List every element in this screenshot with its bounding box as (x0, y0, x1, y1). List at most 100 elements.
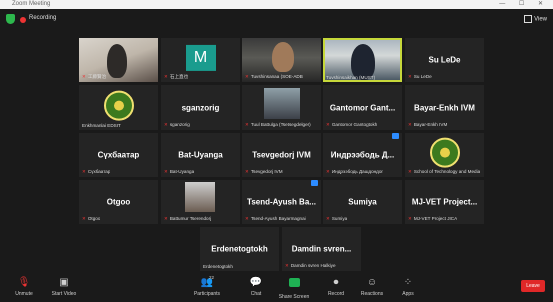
security-shield-icon[interactable] (6, 14, 15, 24)
participant-photo (264, 88, 300, 119)
participant-caption: ✕ School of Technology and Media (408, 169, 481, 174)
school-logo-icon (103, 90, 134, 121)
participant-tile[interactable]: ✕ School of Technology and Media (405, 133, 484, 177)
reactions-label: Reactions (360, 291, 384, 297)
participant-name: Tsend-Ayush Ba... (247, 197, 316, 207)
participant-name: Индрээбодь Д... (330, 150, 395, 160)
participants-button[interactable]: 👥 22 Participants (187, 274, 227, 297)
participant-tile[interactable]: ✕ Battumur Tserendorj (161, 180, 240, 224)
start-video-button[interactable]: ▣ Start Video (44, 274, 84, 297)
participant-video (107, 44, 127, 78)
muted-mic-icon: ✕ (82, 169, 86, 174)
participant-tile[interactable]: Su LeDe ✕ Su LeDe (405, 38, 484, 82)
muted-mic-icon: ✕ (164, 74, 168, 79)
screen-share-badge-icon (311, 180, 318, 186)
participant-tile[interactable]: ✕ Tuul Battulga (Tsetsegdelger) (242, 85, 321, 130)
muted-mic-icon: ✕ (164, 216, 168, 221)
chat-label: Chat (250, 291, 262, 297)
participant-tile[interactable]: Gantomor Gant... ✕ Gantomor Gantogtokh (323, 85, 402, 130)
muted-mic-icon: ✕ (245, 216, 249, 221)
participant-caption: ✕ Otgoo (82, 216, 101, 221)
participant-name: Sumiya (348, 197, 377, 207)
muted-mic-icon: ✕ (408, 74, 412, 79)
muted-mic-icon: ✕ (326, 216, 330, 221)
grid-view-icon (524, 15, 533, 23)
participant-name: Tsevgedorj IVM (252, 150, 311, 160)
participant-tile[interactable]: Sumiya ✕ Sumiya (323, 180, 402, 224)
participants-icon: 👥 (200, 277, 214, 288)
screen-share-badge-icon (392, 133, 399, 139)
muted-microphone-icon: 🎙 (17, 277, 31, 288)
participant-tile[interactable]: Tsevgedorj IVM ✕ Tsevgedorj IVM (242, 133, 321, 177)
participant-caption: ✕ Bat-Uyanga (164, 169, 195, 174)
participant-tile[interactable]: M ✕ 石上直也 (161, 38, 240, 82)
apps-icon: ⁘ (403, 277, 413, 288)
participant-tile-active-speaker[interactable]: Tuvshinsaikhan (MUST) (323, 38, 402, 82)
participant-name: MJ-VET Project... (411, 197, 478, 207)
participant-tile[interactable]: MJ-VET Project... ✕ MJ-VET Project JICA (405, 180, 484, 224)
participant-name: Erdenetogtokh (211, 244, 268, 254)
participant-caption: ✕ Su LeDe (408, 74, 432, 79)
view-button[interactable]: View (524, 15, 547, 23)
participant-tile[interactable]: Bayar-Enkh IVM ✕ Bayar-Enkh IVM (405, 85, 484, 130)
window-title: Zoom Meeting (12, 1, 51, 7)
participant-caption: ✕ 石上直也 (164, 74, 189, 79)
unmute-button[interactable]: 🎙 Unmute (4, 274, 44, 297)
window-controls[interactable]: — ☐ ✕ (499, 0, 549, 9)
record-icon: ⏺ (333, 277, 339, 288)
video-off-icon: ▣ (59, 277, 69, 288)
participant-tile[interactable]: Enkhmanlai EDSIT (79, 85, 158, 130)
participant-tile[interactable]: ✕ 工藤賢治 (79, 38, 158, 82)
participant-caption: ✕ Sumiya (326, 216, 348, 221)
participant-tile[interactable]: Damdin svren... ✕ Damdin svren Halkiye (282, 227, 361, 271)
participant-tile[interactable]: Индрээбодь Д... ✕ Индрээбодь Дашдондог (323, 133, 402, 177)
meeting-topbar: Recording View (0, 9, 553, 31)
muted-mic-icon: ✕ (164, 169, 168, 174)
record-button[interactable]: ⏺ Record (316, 274, 356, 297)
apps-label: Apps (402, 291, 414, 297)
leave-button[interactable]: Leave (521, 280, 545, 292)
participant-tile[interactable]: ✕ Tuvshinsanaa (SOE-ADB (242, 38, 321, 82)
participant-photo (185, 182, 215, 212)
participant-video (272, 42, 294, 72)
participant-name: Bayar-Enkh IVM (414, 103, 475, 112)
record-label: Record (327, 291, 345, 297)
share-screen-button[interactable]: Share Screen (274, 274, 314, 300)
participant-caption: Enkhmanlai EDSIT (82, 123, 121, 128)
meeting-toolbar: 🎙 Unmute ▣ Start Video 👥 22 Participants… (0, 274, 553, 302)
participant-tile[interactable]: Bat-Uyanga ✕ Bat-Uyanga (161, 133, 240, 177)
muted-mic-icon: ✕ (164, 122, 168, 127)
participant-name: Su LeDe (428, 55, 461, 65)
participant-caption: ✕ Индрээбодь Дашдондог (326, 169, 384, 174)
reactions-icon: ☺ (366, 277, 378, 288)
participant-tile[interactable]: Erdenetogtokh Erdenetogtokh (200, 227, 279, 271)
participant-name: Сүхбаатар (97, 150, 140, 160)
participant-caption: ✕ MJ-VET Project JICA (408, 216, 458, 221)
participant-name: Bat-Uyanga (178, 150, 223, 160)
start-video-label: Start Video (51, 291, 77, 297)
participant-caption: ✕ Battumur Tserendorj (164, 216, 212, 221)
muted-mic-icon: ✕ (82, 74, 86, 79)
participant-tile[interactable]: sganzorig ✕ sganzorig (161, 85, 240, 130)
reactions-button[interactable]: ☺ Reactions (352, 274, 392, 297)
participant-tile[interactable]: Otgoo ✕ Otgoo (79, 180, 158, 224)
recording-label: Recording (29, 15, 57, 21)
muted-mic-icon: ✕ (245, 122, 249, 127)
muted-mic-icon: ✕ (408, 122, 412, 127)
muted-mic-icon: ✕ (245, 169, 249, 174)
participant-tile[interactable]: Сүхбаатар ✕ Сүхбаатар (79, 133, 158, 177)
participant-caption: ✕ Damdin svren Halkiye (285, 263, 336, 268)
participant-caption: ✕ Tsevgedorj IVM (245, 169, 283, 174)
muted-mic-icon: ✕ (326, 122, 330, 127)
unmute-label: Unmute (15, 291, 33, 297)
participant-name: Damdin svren... (291, 244, 352, 254)
participant-caption: ✕ Tsend-Ayush Bayarmagnai (245, 216, 306, 221)
muted-mic-icon: ✕ (408, 216, 412, 221)
participant-caption: ✕ Bayar-Enkh IVM (408, 122, 448, 127)
participant-caption: ✕ Gantomor Gantogtokh (326, 122, 378, 127)
participant-tile[interactable]: Tsend-Ayush Ba... ✕ Tsend-Ayush Bayarmagn… (242, 180, 321, 224)
apps-button[interactable]: ⁘ Apps (388, 274, 428, 297)
school-logo-icon (429, 137, 460, 168)
chat-button[interactable]: 💬 Chat (236, 274, 276, 297)
participant-caption: ✕ 工藤賢治 (82, 74, 107, 79)
